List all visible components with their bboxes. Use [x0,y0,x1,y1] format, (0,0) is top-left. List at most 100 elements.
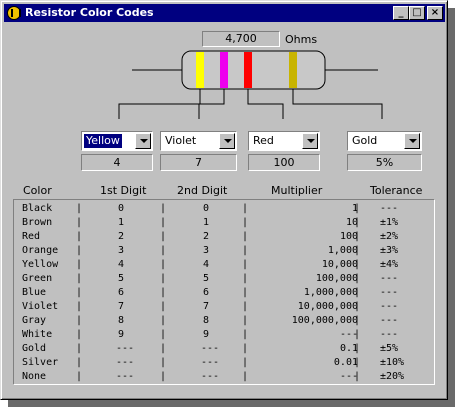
table-cell: 0.1 [339,343,358,354]
window-shadow-bottom [8,400,455,407]
second-digit-selected: Violet [165,134,197,147]
first-digit-selected: Yellow [84,134,122,148]
color-code-table: Black 0 0 1 --- | | | | Brown 1 1 10 ±1% | | | | Red 2 2 100 ±… [13,199,435,385]
column-separator: | [242,287,249,298]
table-cell: --- [339,371,358,382]
table-cell: --- [380,273,399,284]
band-1st-digit [196,52,204,88]
table-cell: 6 [117,287,125,298]
column-separator: | [160,287,167,298]
table-cell: --- [201,357,220,368]
table-cell: 3 [202,245,210,256]
table-cell: Brown [22,217,53,228]
table-cell: 9 [202,329,210,340]
table-cell: 3 [117,245,125,256]
table-cell: --- [201,371,220,382]
window-shadow-right [448,8,455,406]
table-cell: 2 [202,231,210,242]
table-row: Brown 1 1 10 ±1% | | | | [14,216,434,230]
first-digit-select[interactable]: Yellow [81,131,153,151]
header-multiplier: Multiplier [271,184,323,197]
column-separator: | [76,287,83,298]
column-separator: | [242,203,249,214]
chevron-down-icon[interactable] [135,133,151,149]
table-cell: ±5% [380,343,399,354]
column-separator: | [354,231,361,242]
table-cell: 1,000,000 [303,287,358,298]
table-cell: ±1% [380,217,399,228]
column-separator: | [354,259,361,270]
column-separator: | [354,203,361,214]
column-separator: | [354,301,361,312]
table-cell: --- [380,203,399,214]
column-separator: | [160,371,167,382]
table-cell: 1 [351,203,358,214]
table-row: Red 2 2 100 ±2% | | | | [14,230,434,244]
chevron-down-icon[interactable] [219,133,235,149]
column-separator: | [76,245,83,256]
tolerance-select[interactable]: Gold [347,131,422,151]
tolerance-value: 5% [347,154,422,171]
table-cell: 7 [202,301,210,312]
table-cell: --- [116,357,135,368]
table-cell: 10 [345,217,358,228]
table-cell: ±4% [380,259,399,270]
multiplier-select[interactable]: Red [248,131,320,151]
table-cell: --- [380,329,399,340]
table-cell: 100 [339,231,358,242]
table-cell: --- [201,343,220,354]
table-cell: Silver [22,357,59,368]
header-1st-digit: 1st Digit [100,184,147,197]
table-row: Gray 8 8 100,000,000 --- | | | | [14,314,434,328]
table-cell: ±2% [380,231,399,242]
column-separator: | [354,273,361,284]
table-cell: --- [339,329,358,340]
tolerance-selected: Gold [352,134,378,147]
table-cell: Black [22,203,53,214]
table-cell: 10,000,000 [297,301,358,312]
column-separator: | [242,371,249,382]
connector-multiplier [247,89,284,119]
table-cell: ±20% [380,371,405,382]
multiplier-value: 100 [248,154,320,171]
column-separator: | [76,301,83,312]
column-separator: | [354,329,361,340]
column-separator: | [160,357,167,368]
column-separator: | [242,343,249,354]
table-cell: Red [22,231,41,242]
table-row: Blue 6 6 1,000,000 --- | | | | [14,286,434,300]
column-separator: | [242,357,249,368]
table-cell: 8 [202,315,210,326]
table-cell: --- [116,343,135,354]
table-cell: 100,000 [315,273,358,284]
table-cell: Blue [22,287,47,298]
column-separator: | [160,217,167,228]
column-separator: | [160,259,167,270]
column-separator: | [160,231,167,242]
second-digit-select[interactable]: Violet [160,131,237,151]
table-cell: 10,000 [321,259,358,270]
column-separator: | [160,329,167,340]
column-separator: | [76,315,83,326]
table-cell: 5 [202,273,210,284]
table-cell: --- [116,371,135,382]
chevron-down-icon[interactable] [404,133,420,149]
table-cell: 1 [202,217,210,228]
table-row: Violet 7 7 10,000,000 --- | | | | [14,300,434,314]
column-separator: | [242,301,249,312]
table-row: None --- --- --- ±20% | | | | [14,370,434,384]
table-cell: 1 [117,217,125,228]
table-cell: 0 [117,203,125,214]
chevron-down-icon[interactable] [302,133,318,149]
table-cell: Yellow [22,259,59,270]
column-separator: | [160,273,167,284]
band-2nd-digit [220,52,228,88]
second-digit-value: 7 [160,154,237,171]
table-row: Black 0 0 1 --- | | | | [14,202,434,216]
table-row: Green 5 5 100,000 --- | | | | [14,272,434,286]
column-separator: | [354,315,361,326]
table-cell: Gray [22,315,47,326]
table-cell: 1,000 [327,245,358,256]
table-cell: --- [380,287,399,298]
band-tolerance [289,52,297,88]
